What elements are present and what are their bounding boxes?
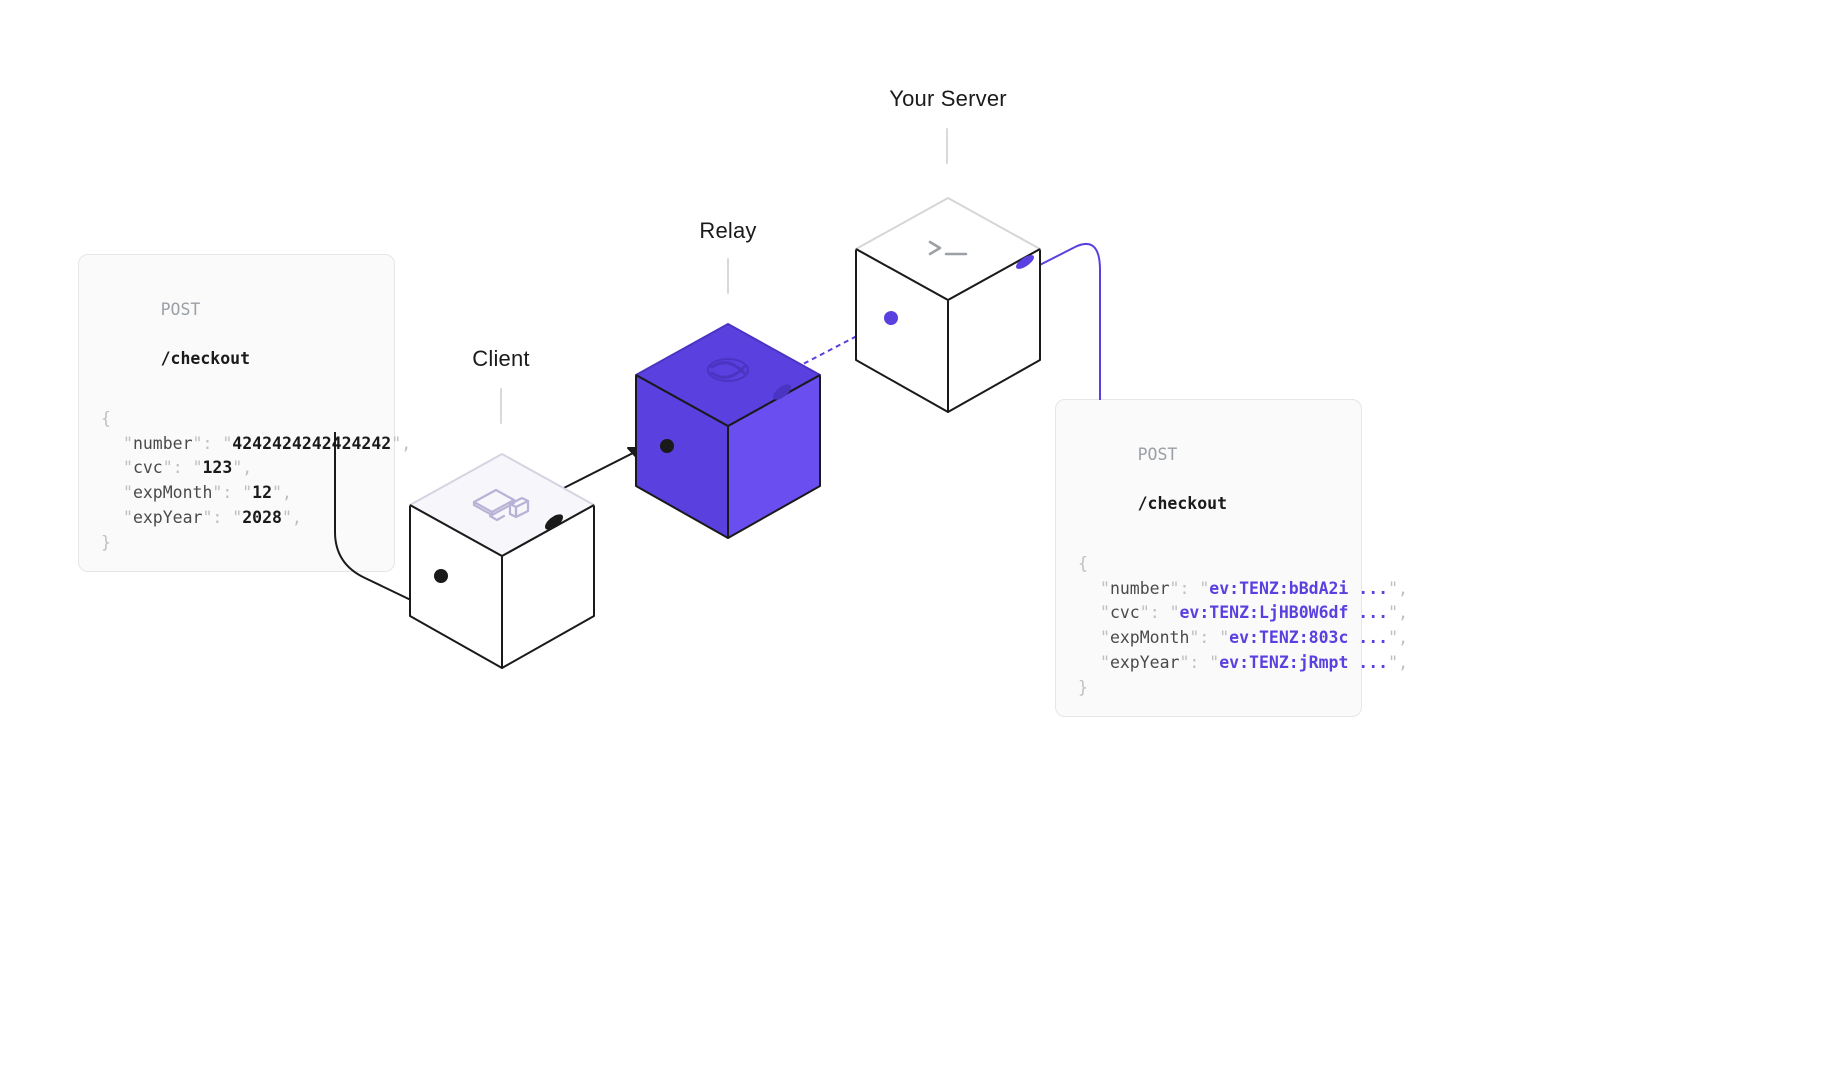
server-tick bbox=[946, 128, 948, 164]
right-path: /checkout bbox=[1138, 494, 1227, 513]
left-path: /checkout bbox=[161, 349, 250, 368]
server-in-port-icon bbox=[884, 311, 898, 325]
right-method: POST bbox=[1138, 445, 1178, 464]
client-tick bbox=[500, 388, 502, 424]
relay-in-port-icon bbox=[660, 439, 674, 453]
relay-label: Relay bbox=[698, 218, 758, 244]
server-cube bbox=[838, 180, 1058, 430]
relay-cube bbox=[618, 306, 838, 556]
client-label: Client bbox=[468, 346, 534, 372]
relay-tick bbox=[727, 258, 729, 294]
client-port-icon bbox=[434, 569, 448, 583]
left-method: POST bbox=[161, 300, 201, 319]
server-label: Your Server bbox=[883, 86, 1013, 112]
client-cube bbox=[392, 436, 612, 686]
right-code-card: POST /checkout { "number": "ev:TENZ:bBdA… bbox=[1055, 399, 1362, 717]
